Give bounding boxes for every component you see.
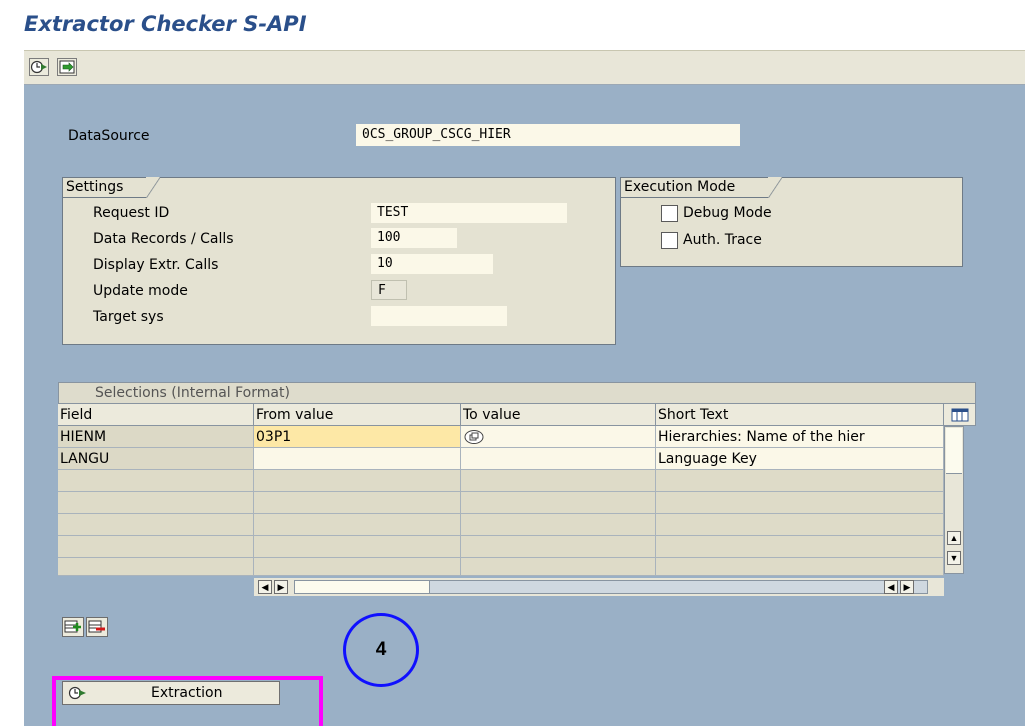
empty-row-cell [254,558,461,576]
execution-mode-title: Execution Mode [620,177,782,198]
target-sys-field[interactable] [371,306,507,326]
data-records-field[interactable]: 100 [371,228,457,248]
datasource-label: DataSource [68,128,150,144]
update-mode-label: Update mode [93,283,188,299]
extraction-button[interactable]: Extraction [62,681,280,705]
column-header-short-text[interactable]: Short Text [656,404,944,426]
step-number: 4 [375,639,387,660]
scroll-right-icon[interactable]: ▶ [274,580,288,594]
horizontal-scrollbar[interactable]: ◀ ▶ ◀ ▶ [254,578,944,596]
execute-icon [68,685,88,708]
empty-row-cell [461,492,656,514]
empty-row-cell [254,470,461,492]
execution-mode-group: Execution Mode Debug Mode Auth. Trace [620,177,963,267]
horizontal-scroll-track[interactable] [294,580,928,594]
update-mode-field[interactable]: F [371,280,407,300]
selections-table: Selections (Internal Format) Field From … [58,382,976,602]
display-extr-calls-label: Display Extr. Calls [93,257,219,273]
scroll-left-icon[interactable]: ◀ [884,580,898,594]
empty-row-cell [58,492,254,514]
table-row-to-cell[interactable] [461,426,656,448]
request-id-label: Request ID [93,205,170,221]
table-row-short-text-cell: Language Key [656,448,944,470]
data-records-label: Data Records / Calls [93,231,234,247]
multiple-selection-icon[interactable] [463,429,485,447]
application-toolbar [24,50,1025,85]
save-icon[interactable] [57,58,77,76]
debug-mode-label: Debug Mode [683,205,772,221]
extraction-button-label: Extraction [151,685,223,701]
target-sys-label: Target sys [93,309,164,325]
table-row-from-cell[interactable]: 03P1 [254,426,461,448]
table-row-field-cell: LANGU [58,448,254,470]
display-extr-calls-field[interactable]: 10 [371,254,493,274]
table-row-short-text-cell: Hierarchies: Name of the hier [656,426,944,448]
empty-row-cell [461,558,656,576]
table-row-from-cell[interactable] [254,448,461,470]
auth-trace-checkbox[interactable] [661,232,678,249]
column-header-field[interactable]: Field [58,404,254,426]
scroll-left-icon[interactable]: ◀ [258,580,272,594]
vertical-scrollbar[interactable]: ▲ ▼ [944,426,964,574]
table-settings-icon[interactable] [944,404,976,426]
auth-trace-label: Auth. Trace [683,232,762,248]
delete-row-icon[interactable] [86,617,108,637]
empty-row-cell [58,514,254,536]
selections-table-title: Selections (Internal Format) [58,382,976,404]
table-row-to-cell[interactable] [461,448,656,470]
table-row-field-cell: HIENM [58,426,254,448]
request-id-field[interactable]: TEST [371,203,567,223]
empty-row-cell [461,514,656,536]
empty-row-cell [254,536,461,558]
empty-row-cell [58,558,254,576]
horizontal-scroll-thumb[interactable] [295,581,430,593]
empty-row-cell [656,558,944,576]
datasource-field[interactable]: 0CS_GROUP_CSCG_HIER [356,124,740,146]
scroll-down-icon[interactable]: ▼ [947,551,961,565]
insert-row-icon[interactable] [62,617,84,637]
empty-row-cell [656,492,944,514]
debug-mode-checkbox[interactable] [661,205,678,222]
empty-row-cell [656,514,944,536]
vertical-scroll-thumb[interactable] [946,428,962,474]
column-header-to-value[interactable]: To value [461,404,656,426]
empty-row-cell [58,470,254,492]
empty-row-cell [461,536,656,558]
empty-row-cell [656,470,944,492]
column-header-from-value[interactable]: From value [254,404,461,426]
step-marker-circle: 4 [343,613,419,687]
empty-row-cell [58,536,254,558]
execute-icon[interactable] [29,58,49,76]
empty-row-cell [656,536,944,558]
empty-row-cell [254,492,461,514]
empty-row-cell [254,514,461,536]
empty-row-cell [461,470,656,492]
settings-group-title: Settings [62,177,160,198]
scroll-right-icon[interactable]: ▶ [900,580,914,594]
main-content: DataSource 0CS_GROUP_CSCG_HIER Settings … [24,85,1025,726]
scroll-up-icon[interactable]: ▲ [947,531,961,545]
window-title: Extractor Checker S-API [24,12,307,36]
settings-group: Settings Request ID TEST Data Records / … [62,177,616,345]
